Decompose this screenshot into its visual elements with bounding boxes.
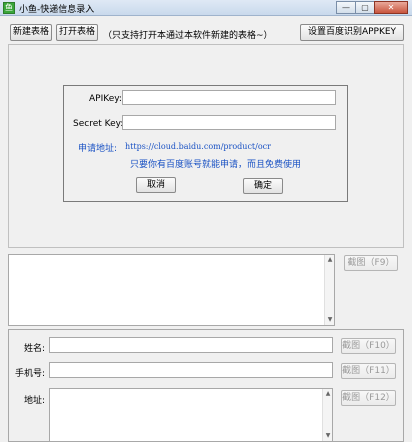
address-scrollbar[interactable]: ▲ ▼ [322, 389, 332, 441]
new-table-button[interactable]: 新建表格 [10, 24, 52, 41]
name-label: 姓名: [24, 344, 46, 354]
title-bar[interactable]: 鱼 小鱼-快递信息录入 — ▢ ✕ [0, 0, 412, 16]
screenshot-f10-button[interactable]: 截图（F10） [341, 338, 396, 354]
window-title: 小鱼-快递信息录入 [19, 5, 95, 15]
address-label: 地址: [24, 396, 46, 406]
apikey-input[interactable] [122, 90, 336, 105]
secret-key-label: Secret Key: [73, 119, 124, 129]
close-button[interactable]: ✕ [374, 1, 408, 14]
app-icon: 鱼 [3, 2, 15, 14]
phone-input[interactable] [49, 362, 333, 378]
open-table-button[interactable]: 打开表格 [56, 24, 98, 41]
ocr-scrollbar[interactable]: ▲ ▼ [324, 255, 334, 325]
apply-url-link[interactable]: https://cloud.baidu.com/product/ocr [125, 142, 271, 151]
apply-address-label: 申请地址: [78, 144, 118, 154]
set-apikey-button[interactable]: 设置百度识别APPKEY [300, 24, 404, 41]
cancel-button[interactable]: 取消 [136, 177, 176, 193]
screenshot-f9-button[interactable]: 截图（F9） [344, 255, 398, 271]
restore-button[interactable]: ▢ [355, 1, 375, 14]
name-input[interactable] [49, 337, 333, 353]
screenshot-f11-button[interactable]: 截图（F11） [341, 363, 396, 379]
address-input[interactable]: ▲ ▼ [49, 388, 333, 442]
window-controls: — ▢ ✕ [336, 1, 408, 14]
open-table-note: （只支持打开本通过本软件新建的表格~） [103, 31, 273, 41]
scroll-down-icon[interactable]: ▼ [325, 315, 335, 325]
apply-hint: 只要你有百度账号就能申请，而且免费使用 [130, 160, 302, 170]
scroll-up-icon[interactable]: ▲ [323, 389, 333, 399]
scroll-up-icon[interactable]: ▲ [325, 255, 335, 265]
phone-label: 手机号: [15, 369, 46, 379]
ocr-text-area[interactable]: ▲ ▼ [8, 254, 335, 326]
screenshot-f12-button[interactable]: 截图（F12） [341, 390, 396, 406]
apikey-dialog: APIKey: Secret Key: 申请地址: https://cloud.… [63, 85, 348, 202]
scroll-down-icon[interactable]: ▼ [323, 431, 333, 441]
apikey-label: APIKey: [89, 94, 122, 104]
confirm-button[interactable]: 确定 [243, 178, 283, 194]
secret-key-input[interactable] [122, 115, 336, 130]
minimize-button[interactable]: — [336, 1, 356, 14]
